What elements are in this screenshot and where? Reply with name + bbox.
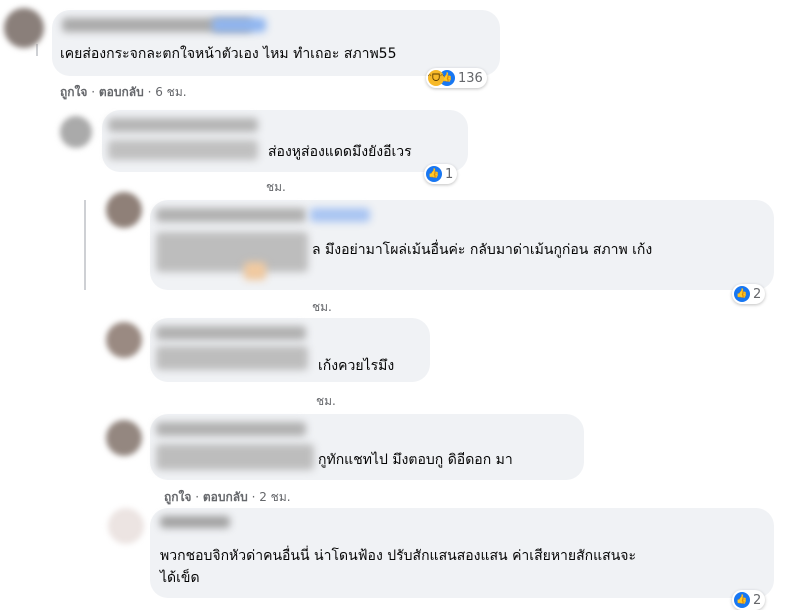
commenter-name[interactable] [156,326,306,340]
comment-text: เคยส่องกระจกละตกใจหน้าตัวเอง ไหม ทำเถอะ … [60,46,397,62]
thread-line [36,44,38,56]
avatar[interactable] [106,420,142,456]
commenter-badge [310,208,370,222]
blurred-text [108,140,258,160]
avatar[interactable] [4,8,44,48]
avatar[interactable] [60,116,92,148]
like-icon: 👍 [734,286,750,302]
blurred-text [156,444,314,470]
like-link[interactable]: ถูกใจ [164,490,191,504]
reaction-count: 1 [445,166,454,182]
commenter-name[interactable] [156,208,306,222]
comment-time[interactable]: ชม. [316,392,336,411]
reaction-summary[interactable]: 👍 2 [732,590,766,610]
avatar[interactable] [106,322,142,358]
haha-icon: ᵔᗜᵔ [428,70,444,86]
commenter-name[interactable] [160,516,230,528]
comment-time[interactable]: 2 ชม. [259,490,290,504]
blurred-text [156,232,308,272]
reaction-count: 136 [458,70,483,86]
comment-time[interactable]: 6 ชม. [155,85,186,99]
comment-text: เก้งควยไรมึง [318,358,395,374]
reply-link[interactable]: ตอบกลับ [99,85,144,99]
avatar[interactable] [108,508,144,544]
separator: · [195,490,203,504]
reaction-summary[interactable]: 👍 1 [424,164,458,184]
commenter-name[interactable] [156,422,306,436]
comment-actions: ถูกใจ · ตอบกลับ · 6 ชม. [60,83,187,102]
comment-time[interactable]: ชม. [312,298,332,317]
comment-text-line2: ได้เข็ด [160,570,200,586]
comment-text-main: มึงอย่ามาโผล่เม้นอื่นค่ะ กลับมาด่าเม้นกู… [325,242,653,258]
reaction-summary[interactable]: 👍 2 [732,284,766,304]
comment-text-line1: พวกชอบจิกหัวด่าคนอื่นนี่ น่าโดนฟ้อง ปรับ… [160,548,637,564]
comment-text: กูทักแชทไป มึงตอบกู ดิอีดอก มา [318,452,513,468]
comment-text-prefix: ล [312,242,321,258]
comment-text: ล มึงอย่ามาโผล่เม้นอื่นค่ะ กลับมาด่าเม้น… [312,240,652,260]
commenter-name[interactable] [108,118,258,132]
reaction-count: 2 [753,286,762,302]
like-icon: 👍 [734,592,750,608]
reaction-summary[interactable]: ᵔᗜᵔ 👍 136 [426,68,487,88]
reply-link[interactable]: ตอบกลับ [203,490,248,504]
blurred-text [156,346,308,370]
like-link[interactable]: ถูกใจ [60,85,87,99]
commenter-badge [212,18,266,32]
comment-actions: ถูกใจ · ตอบกลับ · 2 ชม. [164,488,291,507]
reaction-count: 2 [753,592,762,608]
separator: · [91,85,99,99]
blurred-emoji [244,262,266,280]
avatar[interactable] [106,192,142,228]
like-icon: 👍 [426,166,442,182]
comment-time[interactable]: ชม. [266,178,286,197]
thread-line [84,200,86,290]
comment-text: ส่องหูส่องแดดมึงยังอีเวร [268,144,412,160]
